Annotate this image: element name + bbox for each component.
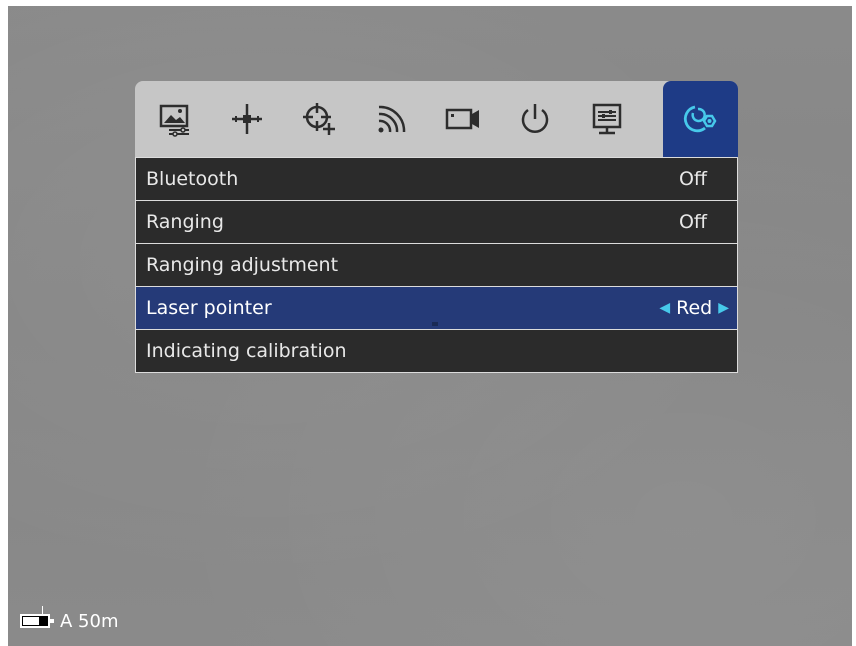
menu-row-label: Indicating calibration [146, 340, 347, 362]
cursor-marker [432, 322, 438, 326]
menu-toolbar [135, 81, 738, 157]
battery-fill [23, 617, 39, 625]
power-icon [521, 104, 549, 133]
status-bar: A 50m [20, 606, 118, 636]
tab-display-settings[interactable] [571, 81, 643, 157]
menu-row-indicating-calibration[interactable]: Indicating calibration [135, 330, 738, 373]
tab-reticle-add[interactable] [283, 81, 355, 157]
battery-tip [50, 619, 54, 623]
image-settings-icon [159, 104, 189, 137]
menu-row-value: Off [678, 168, 707, 190]
menu-row-label: Bluetooth [146, 168, 239, 190]
menu-row-value: ◀ Red ▶ [659, 297, 737, 319]
menu-row-label: Ranging [146, 211, 224, 233]
menu-row-label: Ranging adjustment [146, 254, 339, 276]
mode-range-label: A 50m [60, 610, 119, 632]
tab-crosshair[interactable] [211, 81, 283, 157]
menu-row-value: Off [678, 211, 707, 233]
tab-advanced-settings[interactable] [663, 81, 738, 157]
advanced-settings-icon [683, 105, 716, 133]
menu-row-label: Laser pointer [146, 297, 272, 319]
menu-row-ranging-adjustment[interactable]: Ranging adjustment [135, 244, 738, 287]
reticle-add-icon [303, 103, 335, 135]
video-camera-icon [445, 108, 479, 130]
battery-tick [42, 606, 43, 614]
tab-image-settings[interactable] [139, 81, 211, 157]
menu-row-ranging[interactable]: Ranging Off [135, 201, 738, 244]
arrow-right-icon[interactable]: ▶ [718, 300, 729, 316]
menu-row-bluetooth[interactable]: Bluetooth Off [135, 157, 738, 201]
settings-menu: Bluetooth Off Ranging Off Ranging adjust… [135, 81, 738, 373]
menu-list: Bluetooth Off Ranging Off Ranging adjust… [135, 157, 738, 373]
tab-wifi[interactable] [355, 81, 427, 157]
wifi-signal-icon [378, 105, 406, 133]
tab-power[interactable] [499, 81, 571, 157]
arrow-left-icon[interactable]: ◀ [659, 300, 670, 316]
display-settings-icon [592, 103, 622, 135]
crosshair-icon [232, 104, 262, 134]
tab-video[interactable] [427, 81, 499, 157]
menu-row-laser-pointer[interactable]: Laser pointer ◀ Red ▶ [135, 287, 738, 330]
laser-pointer-value: Red [676, 297, 713, 319]
battery-icon [20, 606, 54, 628]
